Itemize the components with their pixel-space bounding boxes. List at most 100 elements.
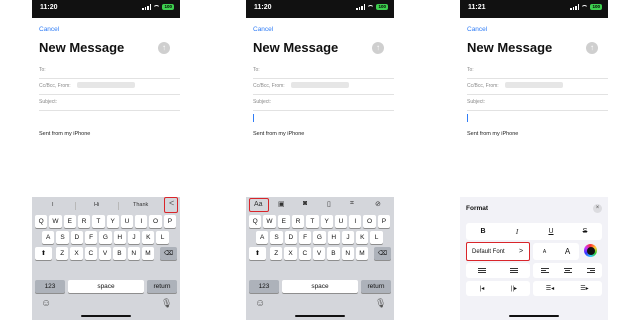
key-m[interactable]: M	[355, 247, 369, 260]
decrease-size-button[interactable]: A	[533, 243, 556, 260]
quote-decrease-icon[interactable]: |◂	[466, 281, 498, 296]
key-q[interactable]: Q	[35, 215, 48, 228]
key-a[interactable]: A	[42, 231, 55, 244]
return-key[interactable]: return	[147, 280, 177, 293]
key-j[interactable]: J	[127, 231, 141, 244]
send-button[interactable]: ↑	[158, 42, 170, 54]
key-k[interactable]: K	[356, 231, 369, 244]
key-p[interactable]: P	[163, 215, 177, 228]
key-g[interactable]: G	[99, 231, 112, 244]
key-l[interactable]: L	[370, 231, 383, 244]
key-i[interactable]: I	[135, 215, 148, 228]
document-icon[interactable]: ▯	[327, 200, 331, 208]
underline-button[interactable]: U	[534, 223, 568, 240]
cancel-button[interactable]: Cancel	[253, 26, 273, 33]
key-a[interactable]: A	[256, 231, 269, 244]
key-h[interactable]: H	[327, 231, 340, 244]
key-r[interactable]: R	[77, 215, 91, 228]
close-icon[interactable]: ×	[593, 204, 602, 213]
quote-increase-icon[interactable]: ||▸	[498, 281, 530, 296]
cc-from-field[interactable]: Cc/Bcc, From:	[253, 78, 394, 95]
key-f[interactable]: F	[84, 231, 98, 244]
send-button[interactable]: ↑	[372, 42, 384, 54]
key-d[interactable]: D	[284, 231, 297, 244]
key-n[interactable]: N	[341, 247, 354, 260]
key-b[interactable]: B	[113, 247, 126, 260]
delete-key[interactable]: ⌫	[160, 247, 177, 260]
to-field[interactable]: To:	[253, 62, 394, 79]
key-t[interactable]: T	[306, 215, 319, 228]
key-z[interactable]: Z	[270, 247, 283, 260]
photo-library-icon[interactable]: ▣	[278, 200, 285, 208]
key-h[interactable]: H	[113, 231, 126, 244]
emoji-icon[interactable]: ☺	[255, 298, 265, 309]
key-e[interactable]: E	[63, 215, 76, 228]
outdent-icon[interactable]: ☰◂	[533, 281, 567, 296]
numbers-key[interactable]: 123	[249, 280, 279, 293]
key-x[interactable]: X	[284, 247, 297, 260]
align-left-icon[interactable]	[533, 263, 556, 278]
italic-button[interactable]: I	[500, 223, 534, 240]
key-q[interactable]: Q	[249, 215, 262, 228]
key-s[interactable]: S	[56, 231, 69, 244]
shift-key[interactable]: ⬆	[35, 247, 52, 260]
key-b[interactable]: B	[327, 247, 340, 260]
to-field[interactable]: To:	[467, 62, 608, 79]
key-s[interactable]: S	[270, 231, 283, 244]
key-w[interactable]: W	[263, 215, 276, 228]
cc-from-field[interactable]: Cc/Bcc, From:	[467, 78, 608, 95]
subject-field[interactable]: Subject:	[253, 94, 394, 111]
emoji-icon[interactable]: ☺	[41, 298, 51, 309]
key-l[interactable]: L	[156, 231, 169, 244]
key-o[interactable]: O	[149, 215, 162, 228]
compass-icon[interactable]: ⊘	[375, 200, 381, 208]
bold-button[interactable]: B	[466, 223, 500, 240]
key-u[interactable]: U	[120, 215, 134, 228]
cancel-button[interactable]: Cancel	[467, 26, 487, 33]
subject-field[interactable]: Subject:	[467, 94, 608, 111]
key-v[interactable]: V	[312, 247, 326, 260]
key-v[interactable]: V	[98, 247, 112, 260]
key-g[interactable]: G	[313, 231, 326, 244]
microphone-icon[interactable]: 🎙	[161, 298, 172, 309]
align-right-icon[interactable]	[579, 263, 602, 278]
suggestion[interactable]: Hi	[94, 202, 99, 208]
numbers-key[interactable]: 123	[35, 280, 65, 293]
delete-key[interactable]: ⌫	[374, 247, 391, 260]
space-key[interactable]: space	[282, 280, 358, 293]
align-center-icon[interactable]	[556, 263, 579, 278]
space-key[interactable]: space	[68, 280, 144, 293]
key-j[interactable]: J	[341, 231, 355, 244]
key-c[interactable]: C	[298, 247, 311, 260]
key-r[interactable]: R	[291, 215, 305, 228]
cc-from-field[interactable]: Cc/Bcc, From:	[39, 78, 180, 95]
to-field[interactable]: To:	[39, 62, 180, 79]
cancel-button[interactable]: Cancel	[39, 26, 59, 33]
subject-field[interactable]: Subject:	[39, 94, 180, 111]
key-c[interactable]: C	[84, 247, 97, 260]
key-t[interactable]: T	[92, 215, 105, 228]
key-o[interactable]: O	[363, 215, 376, 228]
send-button[interactable]: ↑	[586, 42, 598, 54]
bulleted-list-icon[interactable]	[498, 263, 530, 278]
shift-key[interactable]: ⬆	[249, 247, 266, 260]
key-f[interactable]: F	[298, 231, 312, 244]
scan-icon[interactable]: ⌗	[350, 200, 354, 208]
key-u[interactable]: U	[334, 215, 348, 228]
increase-size-button[interactable]: A	[556, 243, 579, 260]
key-e[interactable]: E	[277, 215, 290, 228]
indent-icon[interactable]: ☰▸	[567, 281, 602, 296]
numbered-list-icon[interactable]	[466, 263, 498, 278]
key-d[interactable]: D	[70, 231, 83, 244]
key-m[interactable]: M	[141, 247, 155, 260]
suggestion[interactable]: Thank	[133, 202, 148, 208]
strikethrough-button[interactable]: S	[568, 223, 602, 240]
key-p[interactable]: P	[377, 215, 391, 228]
key-y[interactable]: Y	[320, 215, 333, 228]
key-y[interactable]: Y	[106, 215, 119, 228]
key-n[interactable]: N	[127, 247, 140, 260]
key-k[interactable]: K	[142, 231, 155, 244]
key-x[interactable]: X	[70, 247, 83, 260]
color-picker-icon[interactable]	[584, 244, 597, 257]
key-z[interactable]: Z	[56, 247, 69, 260]
